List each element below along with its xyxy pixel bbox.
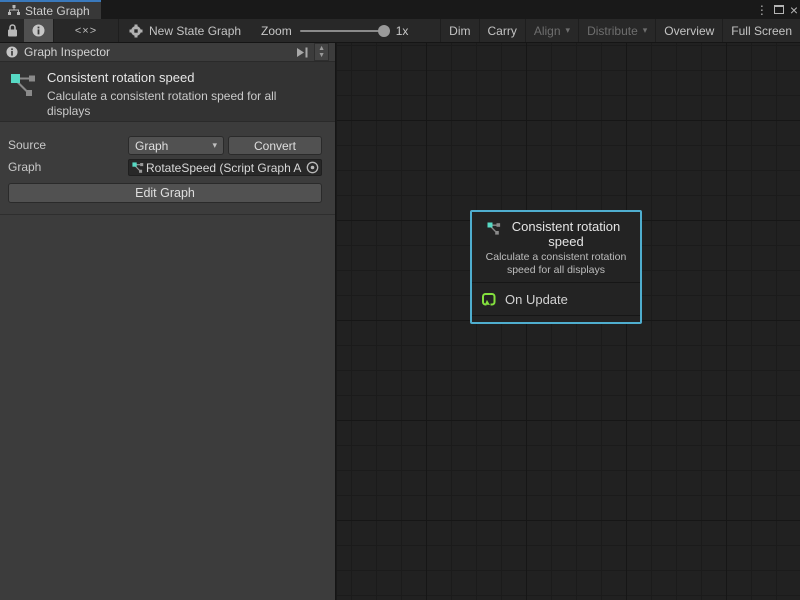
tab-state-graph[interactable]: State Graph (0, 0, 101, 19)
tab-label: State Graph (25, 4, 90, 18)
convert-button[interactable]: Convert (228, 136, 322, 155)
graph-canvas[interactable]: Consistent rotation speed Calculate a co… (337, 43, 800, 600)
dim-button[interactable]: Dim (440, 19, 478, 42)
toolbar-right: Dim Carry Align ▾ Distribute ▾ Overview … (440, 19, 800, 42)
arrow-up-icon[interactable]: ▲ (318, 45, 325, 52)
new-state-graph-button[interactable]: New State Graph (119, 19, 251, 42)
lock-icon (7, 24, 18, 37)
window-menu-icon[interactable]: ⋮ (756, 3, 768, 17)
object-picker-icon[interactable] (306, 161, 319, 174)
state-node-title: Consistent rotation speed (507, 219, 625, 249)
edit-graph-row: Edit Graph (0, 183, 335, 209)
on-update-row[interactable]: On Update (472, 283, 640, 315)
close-icon[interactable]: × (790, 5, 798, 15)
chevron-down-icon: ▾ (566, 25, 571, 36)
panel-divider (0, 214, 335, 215)
window-controls: ⋮ × (756, 0, 798, 19)
info-icon (6, 46, 18, 58)
node-footer (472, 316, 640, 322)
carry-button-label: Carry (488, 24, 517, 38)
unity-graph-window: State Graph ⋮ × (0, 0, 800, 600)
script-graph-icon (487, 222, 501, 236)
toolbar-left: <×> New State Graph Zoom (0, 19, 418, 42)
on-update-icon (481, 292, 497, 307)
source-label: Source (8, 138, 46, 152)
dim-button-label: Dim (449, 24, 470, 38)
inspector-title: Graph Inspector (24, 45, 290, 59)
graph-toolbar: <×> New State Graph Zoom (0, 19, 800, 43)
graph-object-value: RotateSpeed (Script Graph A (146, 161, 306, 175)
code-icon: <×> (75, 25, 97, 37)
source-dropdown[interactable]: Graph ▾ (128, 136, 224, 155)
state-graph-icon (8, 5, 20, 16)
state-node-description: Calculate a consistent rotation speed fo… (478, 251, 634, 277)
info-icon (32, 24, 45, 37)
state-node-header: Consistent rotation speed Calculate a co… (472, 212, 640, 282)
dock-panel-icon[interactable] (296, 47, 310, 58)
distribute-button[interactable]: Distribute ▾ (578, 19, 655, 42)
edit-graph-button-label: Edit Graph (135, 186, 195, 200)
edit-graph-button[interactable]: Edit Graph (8, 183, 322, 203)
overview-button[interactable]: Overview (655, 19, 722, 42)
carry-button[interactable]: Carry (479, 19, 525, 42)
fullscreen-button-label: Full Screen (731, 24, 792, 38)
graph-description: Calculate a consistent rotation speed fo… (47, 89, 297, 119)
graph-field-label: Graph (8, 160, 41, 174)
graph-summary-box: Consistent rotation speed Calculate a co… (0, 62, 335, 122)
lock-button[interactable] (0, 19, 24, 42)
zoom-control: Zoom 1x (251, 19, 418, 42)
panel-scroller[interactable]: ▲ ▼ (314, 43, 329, 61)
graph-inspector-panel: Graph Inspector ▲ ▼ (0, 43, 336, 600)
zoom-slider-handle[interactable] (378, 25, 390, 37)
source-row: Source Graph ▾ Convert (0, 135, 335, 156)
maximize-icon[interactable] (774, 5, 784, 14)
new-graph-label: New State Graph (149, 24, 241, 38)
on-update-label: On Update (505, 292, 568, 307)
zoom-value: 1x (396, 24, 409, 38)
chevron-down-icon: ▾ (643, 25, 648, 36)
align-button-label: Align (534, 24, 561, 38)
inspector-fields: Source Graph ▾ Convert Graph (0, 135, 335, 209)
align-button[interactable]: Align ▾ (525, 19, 578, 42)
inspector-toggle-button[interactable] (24, 19, 53, 42)
zoom-slider[interactable] (300, 30, 388, 32)
tab-bar: State Graph ⋮ × (0, 0, 800, 19)
script-graph-icon (132, 162, 144, 174)
graph-object-field[interactable]: RotateSpeed (Script Graph A (128, 159, 322, 176)
graph-title: Consistent rotation speed (47, 70, 325, 85)
new-graph-icon (129, 24, 143, 38)
convert-button-label: Convert (254, 139, 296, 153)
arrow-down-icon[interactable]: ▼ (318, 52, 325, 59)
distribute-button-label: Distribute (587, 24, 638, 38)
graph-row: Graph RotateSpeed (Script Graph A (0, 157, 335, 178)
source-dropdown-value: Graph (135, 139, 168, 153)
variables-button[interactable]: <×> (54, 19, 118, 42)
chevron-down-icon: ▾ (212, 140, 217, 151)
fullscreen-button[interactable]: Full Screen (722, 19, 800, 42)
zoom-label: Zoom (261, 24, 292, 38)
script-graph-icon (10, 73, 36, 99)
overview-button-label: Overview (664, 24, 714, 38)
inspector-header: Graph Inspector ▲ ▼ (0, 43, 335, 62)
state-node-consistent-rotation[interactable]: Consistent rotation speed Calculate a co… (470, 210, 642, 324)
